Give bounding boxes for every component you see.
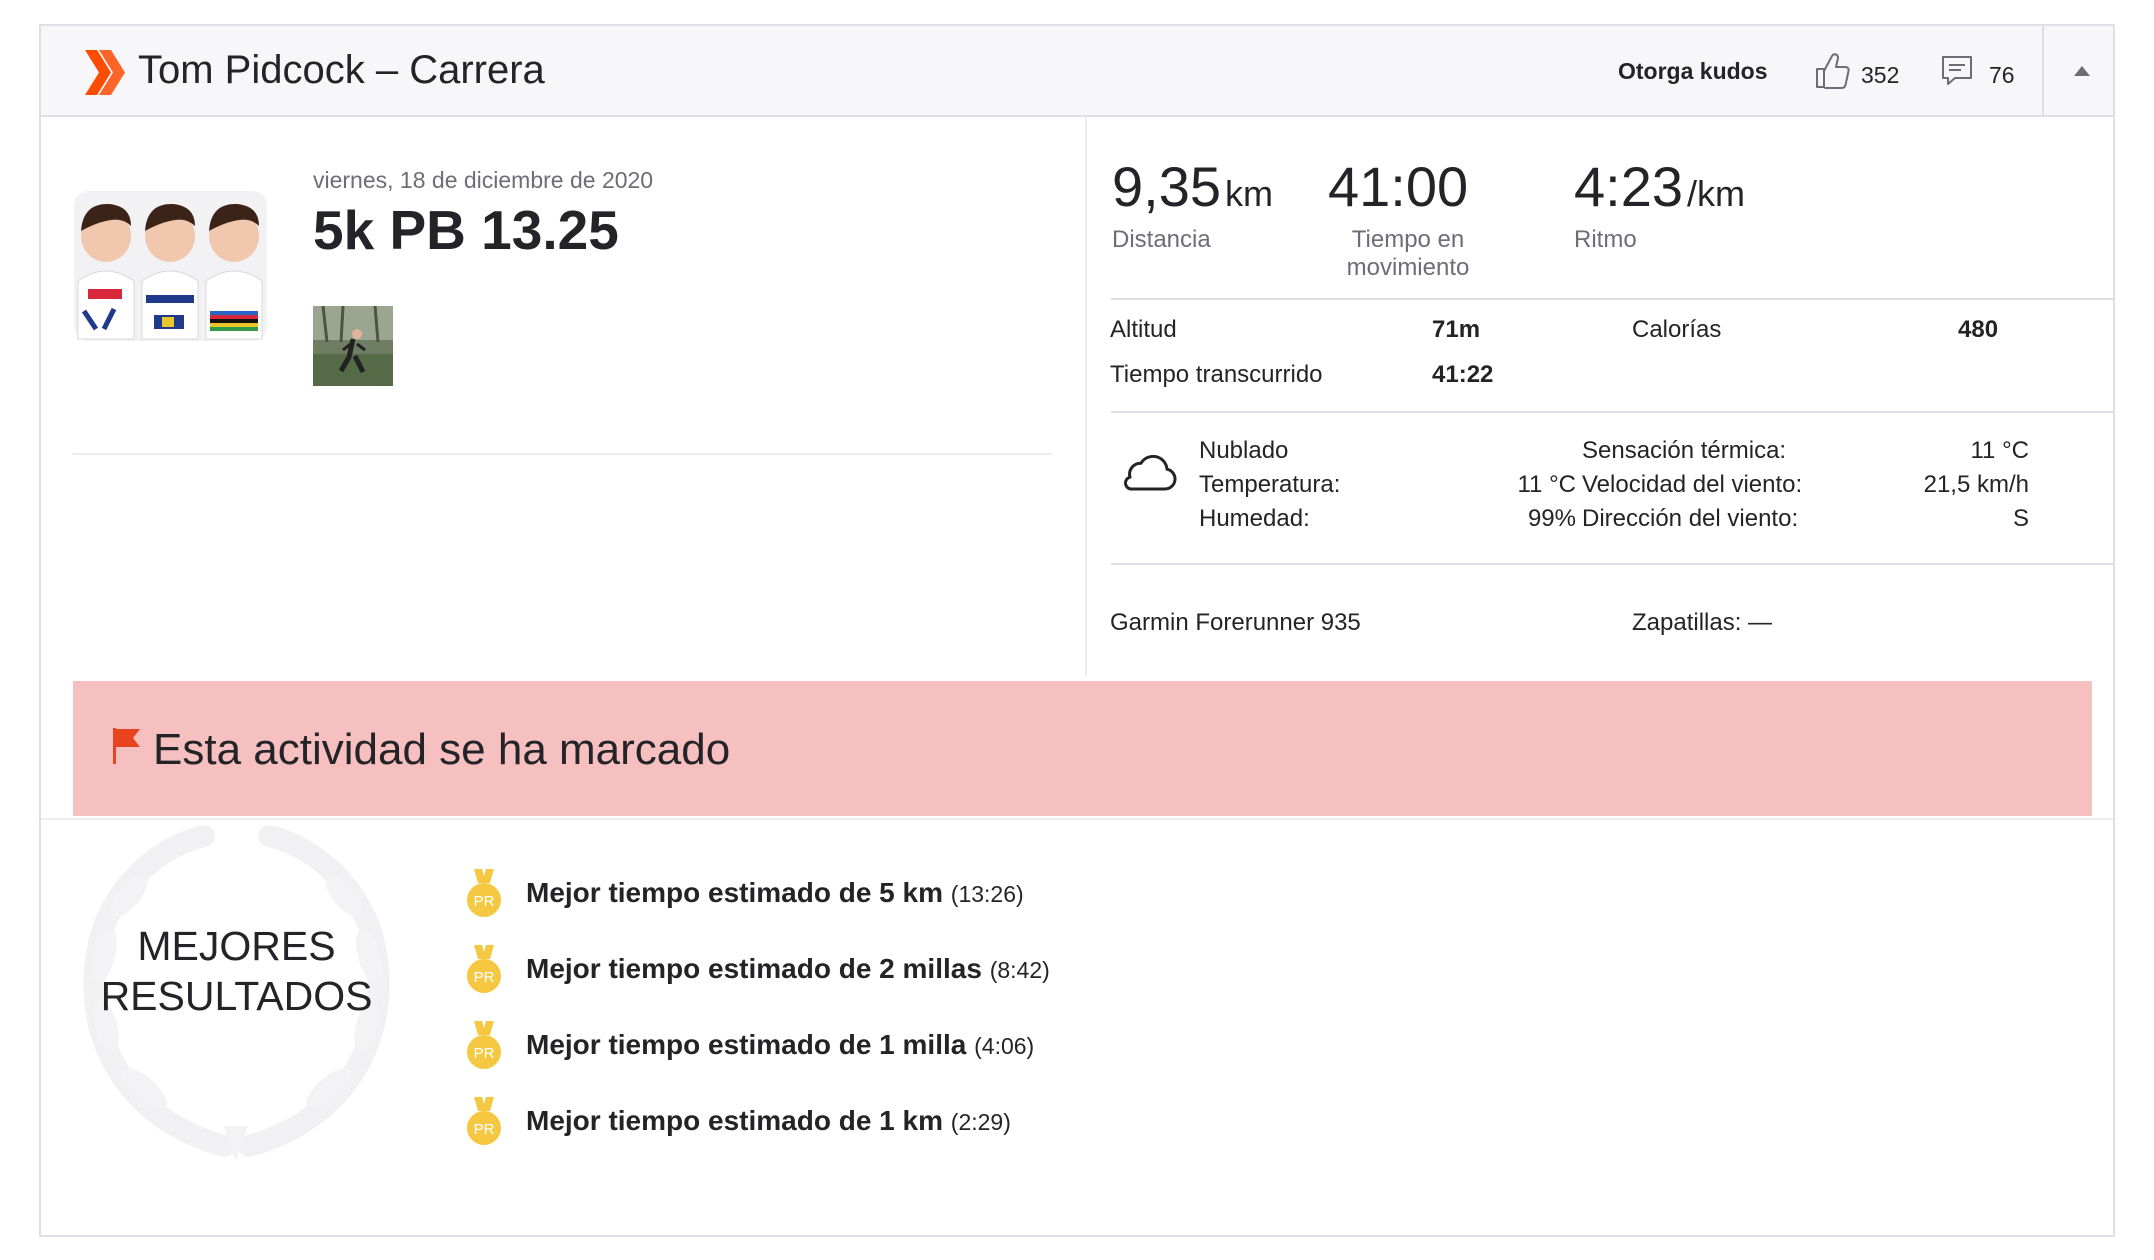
flagged-activity-banner: Esta actividad se ha marcado [73, 681, 2092, 816]
best-effort-text: Mejor tiempo estimado de 5 km (13:26) [526, 877, 1024, 909]
activity-name: 5k PB 13.25 [313, 199, 619, 261]
caret-up-icon [2074, 66, 2090, 76]
pace-unit: /km [1687, 173, 1745, 214]
comment-count[interactable]: 76 [1989, 62, 2015, 89]
humidity-label: Humedad: [1199, 505, 1310, 532]
best-effort-time: (8:42) [989, 957, 1050, 983]
wind-direction-value: S [2012, 505, 2029, 532]
give-kudos-button[interactable]: Otorga kudos [1618, 58, 1768, 85]
pr-medal-label: PR [474, 969, 495, 986]
elevation-label: Altitud [1110, 316, 1177, 343]
wind-speed-value: 21,5 km/h [1923, 471, 2029, 498]
stats-divider-1 [1111, 298, 2114, 300]
kudos-count[interactable]: 352 [1861, 62, 1899, 89]
stats-divider-2 [1111, 411, 2114, 413]
elevation-value: 71m [1432, 316, 1481, 343]
device-name: Garmin Forerunner 935 [1110, 609, 1361, 636]
wind-direction-label: Dirección del viento: [1582, 505, 1799, 532]
best-effort-text: Mejor tiempo estimado de 1 milla (4:06) [526, 1029, 1034, 1061]
shoes-info: Zapatillas: — [1632, 609, 1773, 636]
comment-icon[interactable] [1941, 55, 1973, 87]
moving-time-label: Tiempo en movimiento [1346, 226, 1470, 281]
flag-icon [113, 728, 140, 764]
distance-label: Distancia [1112, 226, 1211, 253]
best-effort-item[interactable]: PR Mejor tiempo estimado de 5 km (13:26) [466, 869, 1366, 925]
temperature-value: 11 °C [1517, 471, 1576, 498]
flagged-message: Esta actividad se ha marcado [153, 725, 731, 774]
feels-like-value: 11 °C [1970, 437, 2029, 464]
best-effort-text: Mejor tiempo estimado de 2 millas (8:42) [526, 953, 1050, 985]
pace-label: Ritmo [1574, 226, 1637, 253]
elapsed-time-value: 41:22 [1432, 361, 1494, 388]
best-effort-item[interactable]: PR Mejor tiempo estimado de 1 km (2:29) [466, 1097, 1366, 1153]
wind-speed-label: Velocidad del viento: [1582, 471, 1803, 498]
temperature-label: Temperatura: [1199, 471, 1341, 498]
cloud-icon [1123, 454, 1177, 491]
best-efforts-title: MEJORES RESULTADOS [74, 921, 399, 1021]
weather-condition: Nublado [1199, 437, 1289, 464]
best-effort-time: (4:06) [974, 1033, 1035, 1059]
activity-card: Tom Pidcock – Carrera Otorga kudos 352 7… [39, 24, 2115, 1237]
feels-like-label: Sensación térmica: [1582, 437, 1787, 464]
pr-medal-icon: PR [467, 945, 501, 993]
athlete-avatar[interactable] [74, 191, 267, 341]
best-effort-name: Mejor tiempo estimado de 1 milla [526, 1029, 967, 1060]
moving-time-value: 41:00 [1328, 155, 1469, 218]
humidity-value: 99% [1527, 505, 1576, 532]
pace-value: 4:23 [1574, 155, 1683, 218]
section-divider [41, 818, 2113, 820]
best-effort-name: Mejor tiempo estimado de 2 millas [526, 953, 982, 984]
calories-value: 480 [1958, 316, 1999, 343]
best-effort-name: Mejor tiempo estimado de 1 km [526, 1105, 943, 1136]
best-effort-name: Mejor tiempo estimado de 5 km [526, 877, 943, 908]
moving-time-stat: 41:00 [1328, 154, 1468, 219]
best-efforts-title-line1: MEJORES [137, 923, 336, 969]
pr-medal-icon: PR [467, 1021, 501, 1069]
pr-medal-label: PR [474, 1045, 495, 1062]
pr-medal-label: PR [474, 1121, 495, 1138]
elapsed-time-label: Tiempo transcurrido [1110, 361, 1323, 388]
pace-stat: 4:23/km [1574, 154, 1745, 219]
best-effort-text: Mejor tiempo estimado de 1 km (2:29) [526, 1105, 1011, 1137]
stats-divider-3 [1111, 563, 2114, 565]
pr-medal-icon: PR [467, 1097, 501, 1145]
page-title: Tom Pidcock – Carrera [138, 48, 545, 92]
best-effort-item[interactable]: PR Mejor tiempo estimado de 2 millas (8:… [466, 945, 1366, 1001]
best-effort-time: (2:29) [950, 1109, 1011, 1135]
thumbs-up-icon[interactable] [1814, 52, 1850, 90]
calories-label: Calorías [1632, 316, 1722, 343]
pr-medal-icon: PR [467, 869, 501, 917]
brand-chevrons-icon [85, 50, 125, 95]
activity-photo-thumbnail[interactable] [313, 306, 393, 386]
best-effort-time: (13:26) [950, 881, 1024, 907]
best-effort-item[interactable]: PR Mejor tiempo estimado de 1 milla (4:0… [466, 1021, 1366, 1077]
distance-unit: km [1225, 173, 1273, 214]
column-divider [1085, 117, 1087, 677]
pr-medal-label: PR [474, 893, 495, 910]
activity-header: Tom Pidcock – Carrera Otorga kudos 352 7… [41, 26, 2113, 117]
distance-value: 9,35 [1112, 155, 1221, 218]
best-efforts-title-line2: RESULTADOS [100, 973, 373, 1019]
activity-date: viernes, 18 de diciembre de 2020 [313, 167, 654, 193]
left-divider [72, 453, 1052, 455]
collapse-button[interactable] [2042, 26, 2115, 115]
distance-stat: 9,35 km [1112, 154, 1273, 219]
